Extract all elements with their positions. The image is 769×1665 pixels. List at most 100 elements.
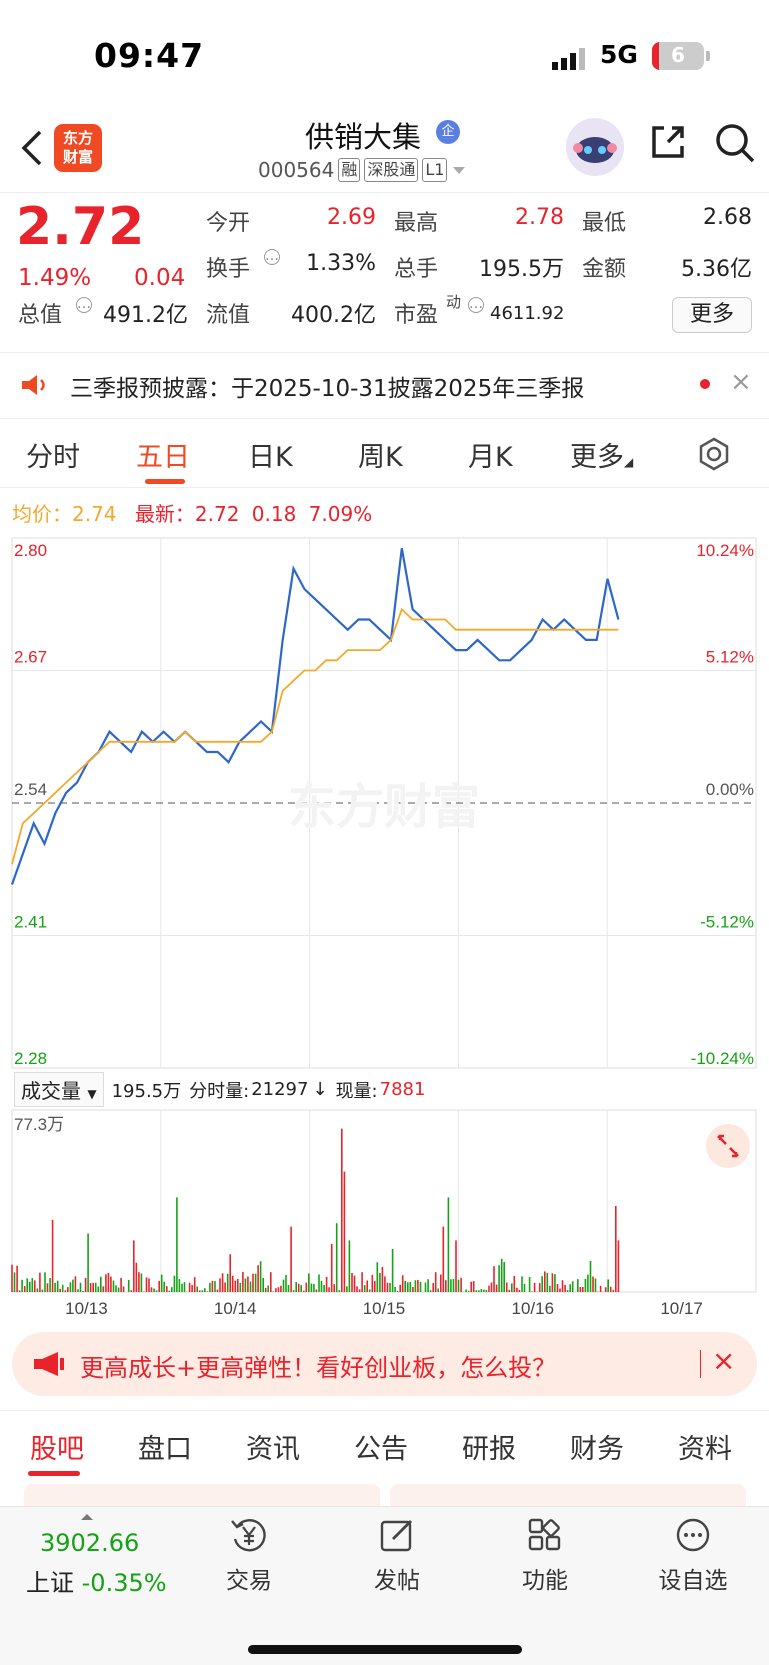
signal-icon (552, 48, 585, 70)
info-icon[interactable]: … (468, 297, 484, 313)
tag-connect: 深股通 (364, 158, 419, 182)
close-icon[interactable]: × (730, 367, 752, 397)
index-name: 上证 (26, 1569, 74, 1597)
tab-intraday[interactable]: 分时 (26, 435, 80, 474)
promo-text: 更高成长+更高弹性！看好创业板，怎么投？ (80, 1354, 557, 1382)
quote-panel: 2.72 1.49% 0.04 今开 2.69 最高 2.78 最低 2.68 … (0, 192, 769, 350)
latest-percent: 7.09% (308, 502, 373, 526)
add-watchlist-button[interactable]: 设自选 (648, 1515, 738, 1595)
stock-code-row[interactable]: 000564 融 深股通 L1 (258, 158, 467, 182)
battery-level: 6 (671, 43, 685, 67)
stock-code: 000564 (258, 158, 335, 182)
tab-finance[interactable]: 财务 (570, 1427, 624, 1466)
announcement-text: 三季报预披露：于2025-10-31披露2025年三季报 (70, 376, 585, 402)
megaphone-icon (34, 1352, 64, 1376)
search-icon[interactable] (714, 122, 756, 164)
post-button[interactable]: 发帖 (352, 1515, 442, 1595)
y-tick-right: 0.00% (706, 780, 754, 799)
unread-dot (700, 379, 710, 389)
volume-max-label: 77.3万 (14, 1115, 64, 1134)
y-tick-left: 2.54 (14, 780, 47, 799)
tab-research[interactable]: 研报 (462, 1427, 516, 1466)
y-tick-right: 5.12% (706, 648, 754, 667)
x-tick: 10/13 (65, 1299, 108, 1318)
label-high: 最高 (394, 211, 439, 236)
label-open: 今开 (206, 211, 251, 236)
minute-volume-value: 21297 (251, 1079, 309, 1100)
value-float-cap: 400.2亿 (291, 303, 376, 328)
label-float-cap: 流值 (206, 303, 251, 328)
chart-tabs: 分时 五日 日K 周K 月K 更多◢ (0, 418, 769, 488)
stock-name: 供销大集 (305, 120, 422, 154)
post-label: 发帖 (374, 1568, 420, 1594)
back-icon[interactable] (18, 126, 46, 170)
app-logo: 东方 财富 (54, 124, 102, 172)
value-high: 2.78 (515, 205, 564, 230)
tab-profile[interactable]: 资料 (678, 1427, 732, 1466)
latest-change: 0.18 (251, 502, 297, 526)
tab-pankou[interactable]: 盘口 (138, 1427, 192, 1466)
tab-more-label: 更多 (570, 442, 624, 473)
y-tick-left: 2.80 (14, 541, 47, 560)
trade-label: 交易 (226, 1568, 272, 1594)
share-icon[interactable] (648, 122, 688, 162)
label-pe: 市盈 (394, 303, 439, 328)
announcement-bar[interactable]: 三季报预披露：于2025-10-31披露2025年三季报 × (0, 352, 769, 416)
down-arrow-icon: ↓ (312, 1079, 328, 1100)
volume-frame (11, 1109, 757, 1293)
x-tick: 10/16 (512, 1299, 555, 1318)
value-open: 2.69 (327, 205, 376, 230)
change-amount: 0.04 (134, 265, 186, 291)
minute-volume-label: 分时量: (189, 1080, 250, 1102)
clock: 09:47 (94, 36, 205, 75)
tab-daily-k[interactable]: 日K (248, 435, 293, 474)
caret-down-icon: ▼ (87, 1087, 97, 1101)
content-tabs: 股吧 盘口 资讯 公告 研报 财务 资料 (0, 1410, 769, 1476)
watermark: 东方财富 (288, 779, 480, 835)
label-amount: 金额 (582, 257, 627, 282)
trade-button[interactable]: 交易 (204, 1515, 294, 1595)
add-watchlist-label: 设自选 (658, 1568, 728, 1594)
tag-level: L1 (422, 158, 448, 182)
more-button[interactable]: 更多 (672, 297, 752, 333)
tab-monthly-k[interactable]: 月K (468, 435, 513, 474)
volume-indicator-select[interactable]: 成交量 ▼ (14, 1072, 104, 1107)
pe-superscript: 动 (446, 293, 462, 311)
info-icon[interactable]: … (264, 249, 280, 265)
value-turnover: 1.33% (306, 251, 376, 276)
caret-up-icon (81, 1514, 93, 1520)
change-percent: 1.49% (18, 265, 92, 291)
tab-weekly-k[interactable]: 周K (358, 435, 403, 474)
y-tick-left: 2.41 (14, 913, 47, 932)
last-price: 2.72 (16, 197, 145, 257)
tab-guba[interactable]: 股吧 (30, 1427, 84, 1466)
index-value[interactable]: 3902.66 (40, 1529, 139, 1557)
tab-five-day[interactable]: 五日 (136, 435, 190, 474)
battery-tip (706, 51, 710, 61)
value-volume: 195.5万 (479, 257, 564, 282)
tag-margin: 融 (338, 158, 361, 182)
volume-chart[interactable]: 77.3万 10/13 10/14 10/15 10/16 10/17 (0, 1108, 769, 1318)
tab-more[interactable]: 更多◢ (570, 435, 633, 474)
index-percent: -0.35% (81, 1569, 167, 1597)
promo-banner[interactable]: 更高成长+更高弹性！看好创业板，怎么投？ × (12, 1332, 757, 1396)
settings-icon[interactable] (697, 437, 731, 471)
info-icon[interactable]: … (76, 297, 92, 313)
price-chart[interactable]: 2.80 10.24% 2.67 5.12% 2.54 0.00% 2.41 -5.12% 2.… (0, 530, 769, 1070)
active-tab-indicator (145, 479, 185, 484)
tab-news[interactable]: 资讯 (246, 1427, 300, 1466)
caret-icon: ◢ (624, 455, 634, 469)
assistant-avatar[interactable] (566, 118, 624, 176)
close-icon[interactable]: × (712, 1344, 735, 1377)
more-dots-icon (676, 1518, 710, 1552)
expand-icon[interactable] (706, 1124, 750, 1168)
yen-cycle-icon (231, 1519, 266, 1552)
index-row[interactable]: 上证 -0.35% (26, 1563, 167, 1598)
battery-icon: 6 (652, 42, 704, 70)
functions-button[interactable]: 功能 (500, 1515, 590, 1595)
value-low: 2.68 (703, 205, 752, 230)
tab-announcements[interactable]: 公告 (354, 1427, 408, 1466)
bottom-toolbar: 3902.66 上证 -0.35% 交易 发帖 功能 设自选 (0, 1506, 769, 1665)
label-volume: 总手 (394, 257, 439, 282)
stock-header: 东方 财富 供销大集 企 000564 融 深股通 L1 (0, 110, 769, 192)
